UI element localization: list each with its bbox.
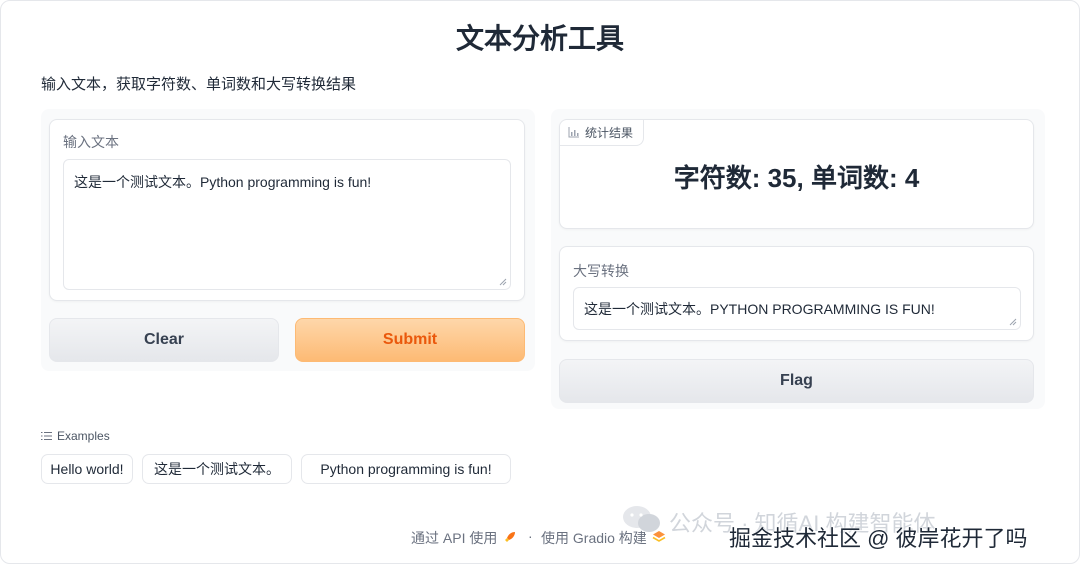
resize-handle-icon[interactable]: [499, 278, 507, 286]
example-item[interactable]: 这是一个测试文本。: [142, 454, 292, 484]
stats-tag: 统计结果: [560, 120, 645, 146]
input-textarea[interactable]: 这是一个测试文本。Python programming is fun!: [63, 159, 511, 290]
watermark-line2: 掘金技术社区 @ 彼岸花开了吗: [729, 526, 1028, 551]
uppercase-textarea[interactable]: 这是一个测试文本。PYTHON PROGRAMMING IS FUN!: [573, 287, 1021, 330]
stats-tag-label: 统计结果: [585, 126, 634, 140]
resize-handle-icon[interactable]: [1009, 318, 1017, 326]
rocket-icon: [505, 532, 515, 542]
example-item[interactable]: Python programming is fun!: [301, 454, 511, 484]
list-icon: [41, 432, 52, 440]
uppercase-label: 大写转换: [573, 263, 629, 279]
page-description: 输入文本，获取字符数、单词数和大写转换结果: [41, 76, 357, 93]
clear-button[interactable]: Clear: [49, 318, 279, 362]
examples-header: Examples: [41, 429, 110, 443]
uppercase-value: 这是一个测试文本。PYTHON PROGRAMMING IS FUN!: [584, 301, 935, 317]
page-title: 文本分析工具: [455, 23, 624, 54]
uppercase-panel: 大写转换 这是一个测试文本。PYTHON PROGRAMMING IS FUN!: [559, 246, 1034, 341]
submit-button[interactable]: Submit: [295, 318, 525, 362]
input-label: 输入文本: [63, 134, 119, 150]
bar-chart-icon: [568, 127, 579, 138]
input-value: 这是一个测试文本。Python programming is fun!: [74, 174, 372, 190]
app-window: 文本分析工具 输入文本，获取字符数、单词数和大写转换结果 输入文本 这是一个测试…: [0, 0, 1080, 564]
wechat-icon: [623, 506, 660, 532]
flag-button[interactable]: Flag: [559, 359, 1034, 403]
api-link[interactable]: 通过 API 使用: [411, 528, 497, 548]
footer-separator: ·: [528, 528, 533, 544]
examples-label: Examples: [57, 429, 110, 443]
stats-panel: 统计结果 字符数: 35, 单词数: 4: [559, 119, 1034, 229]
stats-result: 字符数: 35, 单词数: 4: [673, 163, 920, 193]
input-panel: 输入文本 这是一个测试文本。Python programming is fun!: [49, 119, 525, 301]
example-item[interactable]: Hello world!: [41, 454, 133, 484]
